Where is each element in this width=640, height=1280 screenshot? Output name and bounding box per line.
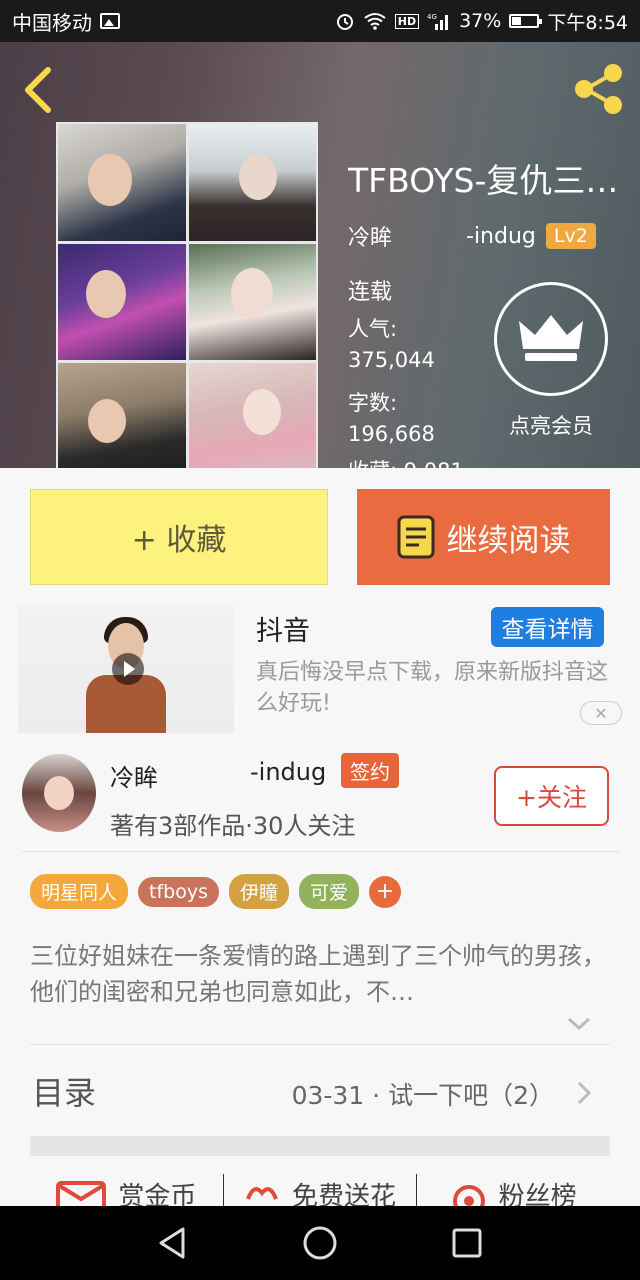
battery-percent: 37% <box>459 10 502 32</box>
chevron-right-icon <box>577 1081 592 1105</box>
envelope-icon <box>56 1181 107 1206</box>
nav-back-icon[interactable] <box>153 1223 193 1263</box>
nav-home-icon[interactable] <box>300 1223 340 1263</box>
cover-photo <box>188 124 316 241</box>
reward-actions: 赏金币 免费送花 粉丝榜 <box>30 1174 610 1206</box>
back-icon[interactable] <box>18 64 58 116</box>
divider <box>22 851 620 852</box>
carrier-label: 中国移动 <box>12 10 92 35</box>
table-of-contents-row[interactable]: 目录 03-31 · 试一下吧（2） <box>30 1058 610 1126</box>
battery-icon <box>509 14 543 28</box>
author-stats: 著有3部作品·30人关注 <box>110 812 356 840</box>
latest-chapter: 03-31 · 试一下吧（2） <box>291 1081 554 1110</box>
tag[interactable]: 明星同人 <box>30 874 129 909</box>
divider <box>30 1044 610 1045</box>
tag[interactable]: 伊瞳 <box>228 874 289 909</box>
popularity-stat: 人气: 375,044 <box>348 314 435 376</box>
favorites-label: 收藏: <box>348 459 397 468</box>
book-icon <box>397 515 434 559</box>
hd-voice-icon: HD <box>394 13 420 29</box>
cover-photo <box>58 363 186 468</box>
continue-reading-label: 继续阅读 <box>446 522 571 559</box>
book-author[interactable]: 冷眸 -indug Lv2 <box>348 220 608 252</box>
cover-photo <box>58 124 186 241</box>
favorites-stat: 收藏: 9,081 <box>348 456 464 468</box>
gallery-icon <box>100 13 120 29</box>
serial-status: 连载 <box>348 280 393 305</box>
word-count-label: 字数: <box>348 391 398 415</box>
tag-list: 明星同人 tfboys 伊瞳 可爱 + <box>30 874 402 909</box>
book-header: TFBOYS-复仇三… 冷眸 -indug Lv2 连载 人气: 375,044… <box>0 42 640 468</box>
reward-gold-button[interactable]: 赏金币 <box>30 1174 223 1206</box>
ad-banner[interactable]: 抖音 查看详情 真后悔没早点下载，原来新版抖音这么好玩! ✕ <box>18 605 622 735</box>
avatar[interactable] <box>22 754 96 832</box>
ad-title: 抖音 <box>256 616 310 647</box>
share-icon[interactable] <box>572 62 626 116</box>
toc-label: 目录 <box>32 1074 97 1112</box>
author-name: 冷眸 -indug <box>110 758 326 793</box>
add-tag-button[interactable]: + <box>369 875 402 908</box>
continue-reading-button[interactable]: 继续阅读 <box>357 489 610 585</box>
section-divider <box>30 1136 610 1156</box>
status-bar: 中国移动 HD 4G 37% 下午8:54 <box>0 0 640 42</box>
nav-recents-icon[interactable] <box>447 1223 487 1263</box>
clock: 下午8:54 <box>547 11 628 34</box>
popularity-label: 人气: <box>348 317 398 341</box>
play-icon[interactable] <box>112 653 144 685</box>
cover-photo <box>58 243 186 361</box>
author-name-part1: 冷眸 <box>110 764 158 792</box>
wifi-icon <box>364 13 386 30</box>
ad-detail-button[interactable]: 查看详情 <box>491 607 604 647</box>
level-badge: Lv2 <box>545 223 596 249</box>
author-name-part2: -indug <box>466 223 536 249</box>
word-count-value: 196,668 <box>348 422 435 446</box>
reward-gold-label: 赏金币 <box>118 1181 197 1207</box>
crown-icon <box>519 315 583 361</box>
follow-button[interactable]: +关注 <box>494 766 609 826</box>
system-navigation-bar <box>0 1206 640 1280</box>
ad-video-thumbnail[interactable] <box>18 605 234 733</box>
collect-button[interactable]: + 收藏 <box>30 489 328 585</box>
synopsis[interactable]: 三位好姐妹在一条爱情的路上遇到了三个帅气的男孩，他们的闺密和兄弟也同意如此，不… <box>30 938 610 1010</box>
tag[interactable]: tfboys <box>138 876 219 907</box>
author-name-part2: -indug <box>250 758 327 786</box>
ad-description: 真后悔没早点下载，原来新版抖音这么好玩! <box>256 660 609 716</box>
author-name-part1: 冷眸 <box>348 226 393 251</box>
signal-icon: 4G <box>427 13 449 30</box>
fans-ranking-button[interactable]: 粉丝榜 <box>417 1174 610 1206</box>
vip-label[interactable]: 点亮会员 <box>494 410 608 440</box>
flower-icon <box>246 1187 278 1200</box>
book-title: TFBOYS-复仇三… <box>348 161 619 200</box>
popularity-value: 375,044 <box>348 348 435 372</box>
book-cover-image[interactable] <box>56 122 318 468</box>
author-card[interactable]: 冷眸 -indug 签约 著有3部作品·30人关注 +关注 <box>0 748 640 848</box>
word-count-stat: 字数: 196,668 <box>348 388 435 450</box>
favorites-value: 9,081 <box>404 459 464 468</box>
network-type-label: 4G <box>427 13 437 21</box>
fans-ranking-label: 粉丝榜 <box>498 1181 577 1207</box>
send-flowers-label: 免费送花 <box>292 1181 397 1207</box>
chevron-down-icon[interactable] <box>566 1014 592 1034</box>
ad-close-icon[interactable]: ✕ <box>580 701 622 725</box>
signed-badge: 签约 <box>341 753 399 788</box>
cover-photo <box>188 363 316 468</box>
send-flowers-button[interactable]: 免费送花 <box>224 1174 417 1206</box>
vip-membership-button[interactable] <box>494 282 608 396</box>
alarm-icon <box>336 14 353 30</box>
cover-photo <box>188 243 316 361</box>
tag[interactable]: 可爱 <box>299 874 360 909</box>
target-icon <box>452 1185 485 1206</box>
book-detail-body: + 收藏 继续阅读 抖音 查看详情 真后悔没早点下载，原来新版抖音这么好玩! ✕… <box>0 468 640 1206</box>
